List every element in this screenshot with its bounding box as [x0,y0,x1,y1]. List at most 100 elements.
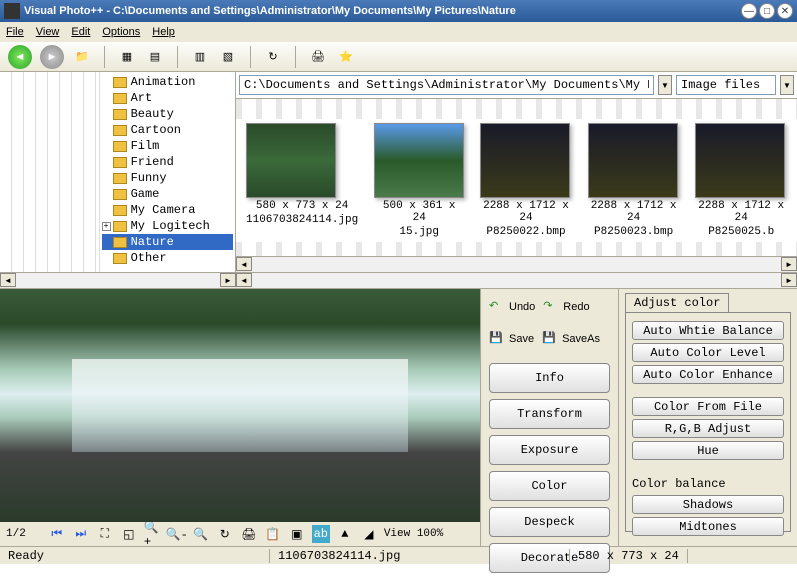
transform-button[interactable]: Transform [489,399,610,429]
tool3-icon[interactable]: ▲ [336,525,354,543]
tree-item[interactable]: Animation [102,74,233,90]
minimize-button[interactable]: — [741,3,757,19]
tree-expand-icon[interactable]: + [102,222,111,231]
print-icon[interactable]: 🖨 [240,525,258,543]
thumbnail-image [480,123,570,198]
back-button[interactable]: ◄ [8,45,32,69]
thumbnail[interactable]: 580 x 773 x 241106703824114.jpg [246,123,358,238]
adjust-auto-whtie-balance-button[interactable]: Auto Whtie Balance [632,321,784,340]
view-thumbs-icon[interactable]: ▧ [218,47,238,67]
print-icon[interactable]: 🖨 [308,47,328,67]
up-folder-icon[interactable]: 📁 [72,47,92,67]
tree-item[interactable]: Art [102,90,233,106]
adjust-shadows-button[interactable]: Shadows [632,495,784,514]
adjust-hue-button[interactable]: Hue [632,441,784,460]
menu-view[interactable]: View [36,26,60,38]
redo-icon: ↷ [543,299,559,315]
status-dims: 580 x 773 x 24 [570,549,688,563]
thumbnail[interactable]: 2288 x 1712 x 24P8250023.bmp [588,123,680,238]
despeck-button[interactable]: Despeck [489,507,610,537]
preview-image [0,289,480,522]
mid-panel: ↶Undo ↷Redo 💾Save 💾SaveAs InfoTransformE… [480,289,618,546]
menu-edit[interactable]: Edit [71,26,90,38]
view-details-icon[interactable]: ▥ [190,47,210,67]
tree-item[interactable]: Funny [102,170,233,186]
prev-page-button[interactable]: ⏮ [48,525,66,543]
copy-icon[interactable]: 📋 [264,525,282,543]
refresh-icon[interactable]: ↻ [263,47,283,67]
tree-item[interactable]: Film [102,138,233,154]
next-page-button[interactable]: ⏭ [72,525,90,543]
status-ready: Ready [0,549,270,563]
scroll-left-button[interactable]: ◄ [236,257,252,271]
thumb-scroll-left[interactable]: ◄ [236,273,252,287]
tree-item[interactable]: + My Logitech [102,218,233,234]
view-icons-icon[interactable]: ▦ [117,47,137,67]
redo-button[interactable]: Redo [563,301,589,313]
preview-toolbar: 1/2 ⏮ ⏭ ⛶ ◱ 🔍+ 🔍- 🔍 ↻ 🖨 📋 ▣ ab ▲ ◢ View … [0,522,480,546]
thumbnail[interactable]: 500 x 361 x 2415.jpg [374,123,464,238]
adjust-auto-color-level-button[interactable]: Auto Color Level [632,343,784,362]
maximize-button[interactable]: □ [759,3,775,19]
menu-help[interactable]: Help [152,26,175,38]
saveas-button[interactable]: SaveAs [562,333,600,345]
tree-item[interactable]: Game [102,186,233,202]
rotate-icon[interactable]: ↻ [216,525,234,543]
tool2-icon[interactable]: ab [312,525,330,543]
page-indicator: 1/2 [6,528,26,540]
filter-input[interactable] [676,75,776,95]
tree-item-label: Game [131,187,160,201]
forward-button[interactable]: ► [40,45,64,69]
adjust-color-from-file-button[interactable]: Color From File [632,397,784,416]
adjust-midtones-button[interactable]: Midtones [632,517,784,536]
thumbnail[interactable]: 2288 x 1712 x 24P8250022.bmp [480,123,572,238]
scroll-track[interactable] [252,257,781,272]
tree-item[interactable]: Other [102,250,233,266]
view-list-icon[interactable]: ▤ [145,47,165,67]
menu-file[interactable]: File [6,26,24,38]
tree-item-label: Other [131,251,167,265]
tree-scroll-track[interactable] [16,273,220,288]
color-balance-label: Color balance [632,477,784,491]
path-dropdown[interactable]: ▼ [658,75,672,95]
ruler-strip [0,72,100,272]
tree-item[interactable]: Cartoon [102,122,233,138]
tree-item[interactable]: Friend [102,154,233,170]
thumbnail[interactable]: 2288 x 1712 x 24P8250025.b [695,123,787,238]
tree-item-label: My Logitech [131,219,210,233]
zoom-out-icon[interactable]: 🔍- [168,525,186,543]
thumb-scroll-right[interactable]: ► [781,273,797,287]
favorite-icon[interactable]: ⭐ [336,47,356,67]
adjust-r-g-b-adjust-button[interactable]: R,G,B Adjust [632,419,784,438]
tree-scroll-left[interactable]: ◄ [0,273,16,287]
save-button[interactable]: Save [509,333,534,345]
thumb-scroll-track[interactable] [252,273,781,288]
adjust-auto-color-enhance-button[interactable]: Auto Color Enhance [632,365,784,384]
color-button[interactable]: Color [489,471,610,501]
zoom-reset-icon[interactable]: 🔍 [192,525,210,543]
exposure-button[interactable]: Exposure [489,435,610,465]
thumbnail-name: 15.jpg [374,226,464,238]
tool4-icon[interactable]: ◢ [360,525,378,543]
tree-item[interactable]: Beauty [102,106,233,122]
fullscreen-icon[interactable]: ⛶ [96,525,114,543]
info-button[interactable]: Info [489,363,610,393]
adjust-tab[interactable]: Adjust color [625,293,729,312]
thumbnail-dims: 2288 x 1712 x 24 [695,200,787,224]
folder-icon [113,189,127,200]
tree-item[interactable]: Nature [102,234,233,250]
tree-item[interactable]: My Camera [102,202,233,218]
scroll-right-button[interactable]: ► [781,257,797,271]
close-button[interactable]: ✕ [777,3,793,19]
tree-scroll-right[interactable]: ► [220,273,236,287]
folder-tree[interactable]: AnimationArtBeautyCartoonFilmFriendFunny… [100,72,235,272]
path-input[interactable] [239,75,654,95]
zoom-in-icon[interactable]: 🔍+ [144,525,162,543]
thumbnail-image [695,123,785,198]
filter-dropdown[interactable]: ▼ [780,75,794,95]
undo-button[interactable]: Undo [509,301,535,313]
fit-icon[interactable]: ◱ [120,525,138,543]
thumbnail-name: 1106703824114.jpg [246,214,358,226]
tool1-icon[interactable]: ▣ [288,525,306,543]
menu-options[interactable]: Options [102,26,140,38]
